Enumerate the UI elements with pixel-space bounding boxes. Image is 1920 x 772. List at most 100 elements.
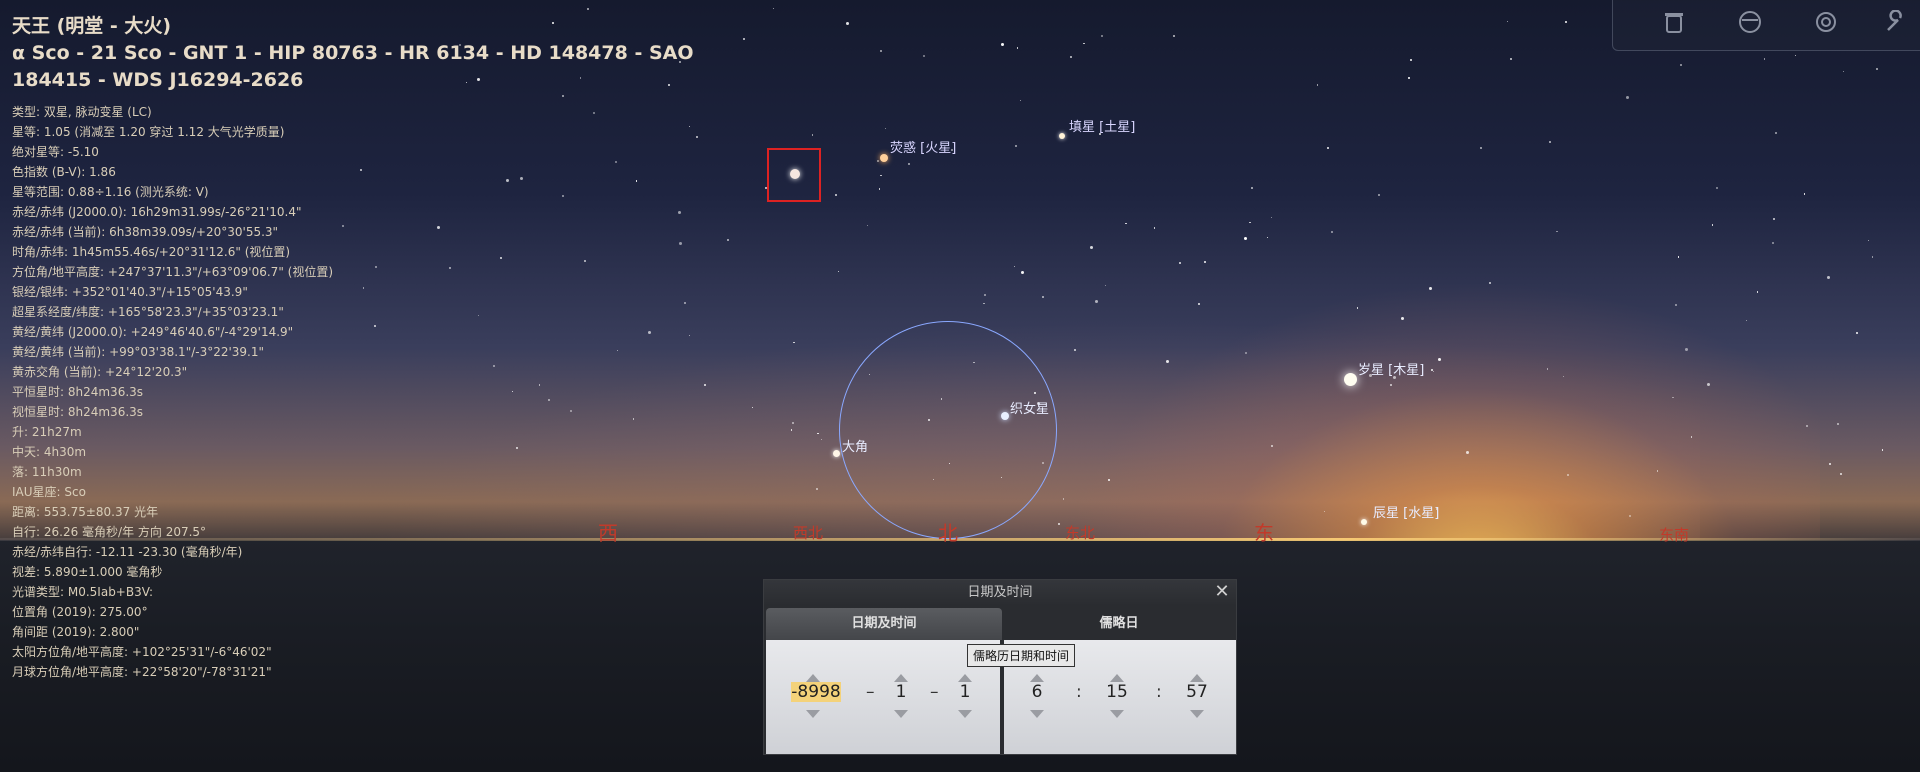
day-up-arrow[interactable] (958, 674, 972, 682)
minute-up-arrow[interactable] (1110, 674, 1124, 682)
label-jupiter: 岁星 [木星] (1358, 363, 1425, 378)
background-star (1270, 216, 1273, 219)
background-star (1556, 230, 1558, 233)
date-pane: -8998 – 1 – 1 (766, 640, 1000, 754)
background-star (983, 302, 985, 304)
background-star (1772, 217, 1775, 220)
second-down-arrow[interactable] (1190, 710, 1204, 718)
year-spinbox[interactable]: -8998 (788, 682, 844, 702)
background-star (1378, 193, 1381, 196)
background-star (1179, 261, 1182, 264)
background-star (1073, 349, 1076, 352)
background-star (1327, 147, 1330, 150)
info-line: 赤经/赤纬自行: -12.11 -23.30 (毫角秒/年) (12, 545, 243, 559)
selection-marker (767, 148, 821, 202)
month-up-arrow[interactable] (894, 674, 908, 682)
background-star (1675, 304, 1678, 307)
background-star (1840, 472, 1843, 475)
background-star (1243, 237, 1247, 241)
info-line: 类型: 双星, 脉动变星 (LC) (12, 105, 152, 119)
second-spinbox[interactable]: 57 (1172, 682, 1222, 702)
info-line: 银经/银纬: +352°01'40.3"/+15°05'43.9" (12, 285, 248, 299)
info-line: 月球方位角/地平高度: +22°58'20"/-78°31'21" (12, 665, 272, 679)
background-star (1546, 368, 1549, 370)
background-star (1803, 193, 1806, 195)
background-star (1876, 67, 1879, 70)
info-line: 绝对星等: -5.10 (12, 145, 99, 159)
close-icon[interactable]: ✕ (1212, 582, 1232, 602)
tab-date-time[interactable]: 日期及时间 (766, 608, 1002, 640)
background-star (834, 193, 837, 196)
info-line: 黄经/黄纬 (J2000.0): +249°46'40.6"/-4°29'14.… (12, 325, 294, 339)
month-spinbox[interactable]: 1 (876, 682, 926, 702)
info-line: 光谱类型: M0.5Iab+B3V: (12, 585, 154, 599)
cardinal-east: 东 (1254, 521, 1274, 545)
info-line: 角间距 (2019): 2.800" (12, 625, 140, 639)
info-line: 方位角/地平高度: +247°37'11.3"/+63°09'06.7" (视位… (12, 265, 334, 279)
info-line: 星等: 1.05 (消减至 1.20 穿过 1.12 大气光学质量) (12, 125, 285, 139)
background-star (1266, 236, 1268, 238)
planet-saturn[interactable] (1059, 133, 1065, 139)
background-star (1153, 227, 1156, 229)
window-icon[interactable] (1735, 10, 1765, 40)
background-star (1316, 84, 1319, 86)
background-star (1019, 99, 1022, 102)
info-line: 星等范围: 0.88÷1.16 (测光系统: V) (12, 185, 209, 199)
tab-julian-day[interactable]: 儒略日 (1004, 608, 1234, 640)
planet-mercury[interactable] (1361, 519, 1367, 525)
info-line: IAU星座: Sco (12, 485, 86, 499)
background-star (1867, 239, 1869, 242)
trash-icon[interactable] (1659, 10, 1689, 40)
planet-mars[interactable] (880, 154, 888, 162)
background-star (1244, 351, 1247, 354)
cardinal-southeast: 东南 (1659, 526, 1690, 544)
top-toolbar (1612, 0, 1920, 51)
background-star (1433, 370, 1435, 373)
date-separator-1: – (866, 682, 875, 702)
object-identifiers: α Sco - 21 Sco - GNT 1 - HIP 80763 - HR … (12, 42, 694, 91)
background-star (1015, 145, 1017, 147)
background-star (1509, 57, 1512, 60)
background-star (1390, 383, 1393, 386)
minute-down-arrow[interactable] (1110, 710, 1124, 718)
info-line: 平恒星时: 8h24m36.3s (12, 385, 144, 399)
background-star (1013, 265, 1016, 268)
day-spinbox[interactable]: 1 (940, 682, 990, 702)
target-icon[interactable] (1811, 10, 1841, 40)
background-star (811, 134, 814, 136)
label-mars: 荧惑 [火星] (890, 141, 957, 156)
background-star (1828, 462, 1831, 465)
background-star (884, 127, 887, 130)
info-line: 色指数 (B-V): 1.86 (12, 165, 116, 179)
background-star (1104, 284, 1107, 287)
hour-up-arrow[interactable] (1030, 674, 1044, 682)
background-star (1204, 261, 1207, 264)
planet-jupiter[interactable] (1344, 373, 1357, 386)
background-star (1872, 256, 1874, 258)
hour-down-arrow[interactable] (1030, 710, 1044, 718)
info-line: 位置角 (2019): 275.00° (12, 605, 148, 619)
second-up-arrow[interactable] (1190, 674, 1204, 682)
cardinal-north: 北 (938, 521, 958, 545)
wrench-icon[interactable] (1881, 9, 1911, 40)
background-star (1356, 307, 1359, 309)
background-star (1625, 95, 1629, 99)
hour-spinbox[interactable]: 6 (1012, 682, 1062, 702)
month-down-arrow[interactable] (894, 710, 908, 718)
info-line: 落: 11h30m (12, 465, 82, 479)
minute-spinbox[interactable]: 15 (1092, 682, 1142, 702)
background-star (1685, 348, 1689, 352)
day-down-arrow[interactable] (958, 710, 972, 718)
background-star (877, 160, 880, 163)
background-star (1408, 77, 1410, 79)
year-down-arrow[interactable] (806, 710, 820, 718)
background-star (1401, 317, 1405, 321)
year-up-arrow[interactable] (806, 674, 820, 682)
background-star (984, 294, 986, 297)
background-star (1431, 368, 1434, 371)
label-mercury: 辰星 [水星] (1373, 506, 1440, 521)
time-separator-2: : (1156, 682, 1162, 702)
date-time-dialog: 日期及时间 ✕ 日期及时间 儒略日 -8998 – 1 – 1 6 : 15 :… (763, 579, 1237, 755)
star-arcturus[interactable] (833, 450, 840, 457)
background-star (1656, 470, 1659, 472)
